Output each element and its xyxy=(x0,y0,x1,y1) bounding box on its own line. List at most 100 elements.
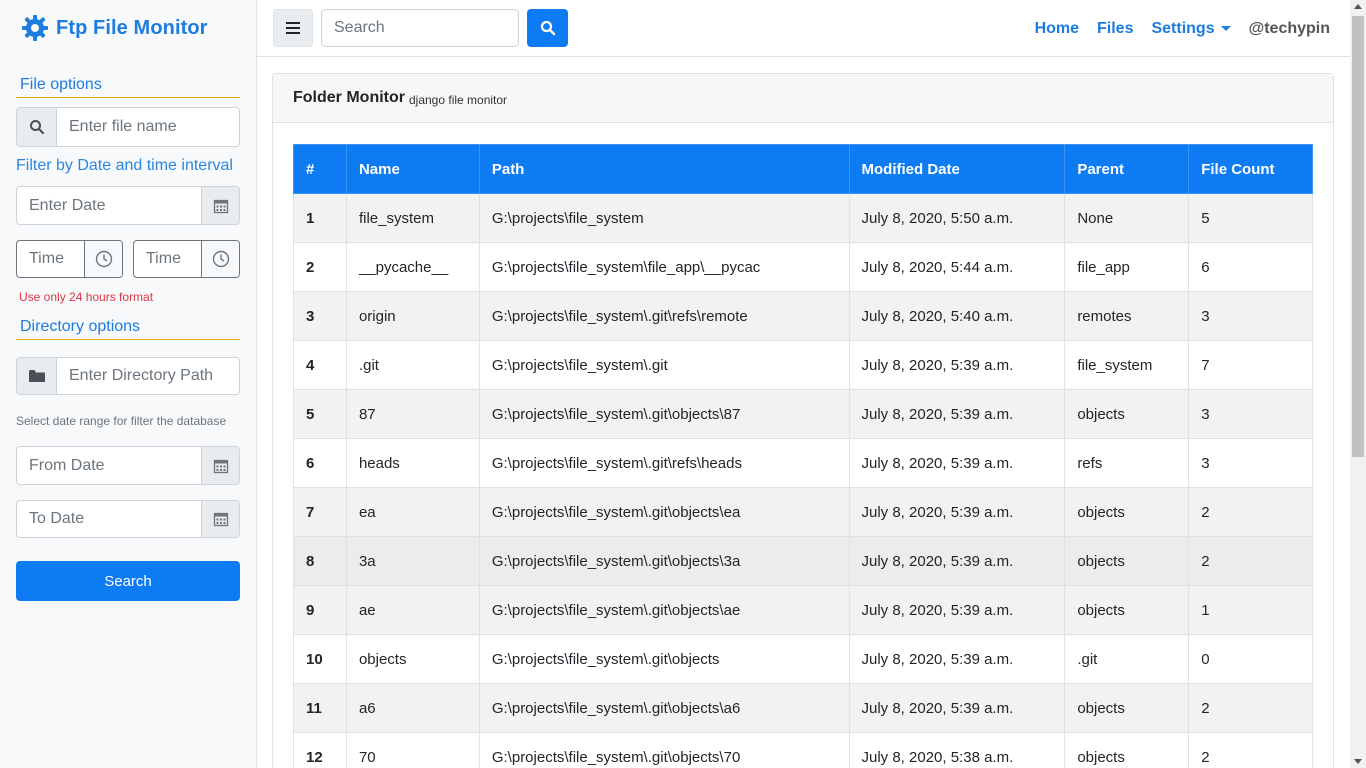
cell-id: 11 xyxy=(293,683,347,733)
from-date-field[interactable]: From Date xyxy=(16,446,240,485)
calendar-icon[interactable] xyxy=(201,501,239,537)
cell-name: a6 xyxy=(345,683,480,733)
cell-date: July 8, 2020, 5:40 a.m. xyxy=(848,291,1066,341)
cell-path: G:\projects\file_system\.git\objects xyxy=(478,634,850,684)
table-row[interactable]: 9 ae G:\projects\file_system\.git\objects\… xyxy=(293,585,1313,635)
from-date-input[interactable]: From Date xyxy=(17,447,201,484)
clock-icon[interactable] xyxy=(84,241,122,277)
filter-label: Filter by Date and time interval xyxy=(16,157,233,174)
time-format-hint: Use only 24 hours format xyxy=(19,290,154,304)
time-to-field[interactable]: Time xyxy=(133,240,240,278)
cell-path: G:\projects\file_system\.git\objects\ae xyxy=(478,585,850,635)
cell-count: 2 xyxy=(1188,732,1313,768)
file-name-field[interactable]: Enter file name xyxy=(16,107,240,147)
table-row[interactable]: 1 file_system G:\projects\file_system July … xyxy=(293,193,1313,243)
column-header[interactable]: Name xyxy=(345,144,480,194)
time-from-field[interactable]: Time xyxy=(16,240,123,278)
column-header[interactable]: File Count xyxy=(1188,144,1313,194)
brand[interactable]: Ftp File Monitor xyxy=(20,12,208,44)
sidebar: Ftp File Monitor File options Enter file… xyxy=(0,0,257,768)
table-row[interactable]: 7 ea G:\projects\file_system\.git\objects\… xyxy=(293,487,1313,537)
gear-cog-icon xyxy=(22,15,48,41)
cell-date: July 8, 2020, 5:39 a.m. xyxy=(848,585,1066,635)
cell-date: July 8, 2020, 5:39 a.m. xyxy=(848,340,1066,390)
nav-settings-dropdown[interactable]: Settings xyxy=(1151,20,1231,38)
table-row[interactable]: 8 3a G:\projects\file_system\.git\objects\… xyxy=(293,536,1313,586)
cell-name: ae xyxy=(345,585,480,635)
top-search-input[interactable]: Search xyxy=(321,9,519,47)
cell-count: 3 xyxy=(1188,389,1313,439)
menu-toggle-button[interactable] xyxy=(273,9,313,47)
cell-name: origin xyxy=(345,291,480,341)
cell-count: 5 xyxy=(1188,193,1313,243)
directory-options-title: Directory options xyxy=(16,318,240,340)
top-search-button[interactable] xyxy=(527,9,568,47)
to-date-input[interactable]: To Date xyxy=(17,501,201,537)
cell-name: __pycache__ xyxy=(345,242,480,292)
cell-parent: file_system xyxy=(1064,340,1190,390)
folder-monitor-card: Folder Monitor django file monitor # Nam… xyxy=(272,73,1334,768)
cell-path: G:\projects\file_system\file_app\__pycac xyxy=(478,242,850,292)
page-scrollbar[interactable] xyxy=(1350,0,1366,768)
cell-parent: None xyxy=(1064,193,1190,243)
table-row[interactable]: 12 70 G:\projects\file_system\.git\objects… xyxy=(293,732,1313,768)
cell-parent: .git xyxy=(1064,634,1190,684)
cell-parent: objects xyxy=(1064,683,1190,733)
cell-count: 2 xyxy=(1188,487,1313,537)
nav-home-link[interactable]: Home xyxy=(1035,20,1079,38)
folders-table: # Name Path Modified Date Parent File Co… xyxy=(293,144,1313,768)
cell-path: G:\projects\file_system\.git xyxy=(478,340,850,390)
cell-parent: file_app xyxy=(1064,242,1190,292)
card-header: Folder Monitor django file monitor xyxy=(273,74,1333,123)
table-row[interactable]: 5 87 G:\projects\file_system\.git\objects\… xyxy=(293,389,1313,439)
column-header[interactable]: Path xyxy=(478,144,850,194)
date-input[interactable]: Enter Date xyxy=(17,187,201,224)
table-row[interactable]: 10 objects G:\projects\file_system\.git\ob… xyxy=(293,634,1313,684)
table-row[interactable]: 11 a6 G:\projects\file_system\.git\objects… xyxy=(293,683,1313,733)
calendar-icon[interactable] xyxy=(201,447,239,484)
cell-date: July 8, 2020, 5:39 a.m. xyxy=(848,536,1066,586)
cell-parent: objects xyxy=(1064,585,1190,635)
sidebar-search-button[interactable]: Search xyxy=(16,561,240,601)
search-icon xyxy=(17,108,57,146)
nav-user-link[interactable]: @techypin xyxy=(1249,20,1330,38)
column-header[interactable]: Parent xyxy=(1064,144,1190,194)
table-row[interactable]: 3 origin G:\projects\file_system\.git\refs… xyxy=(293,291,1313,341)
brand-title: Ftp File Monitor xyxy=(56,16,208,39)
time-to-input[interactable]: Time xyxy=(134,241,201,277)
cell-date: July 8, 2020, 5:39 a.m. xyxy=(848,634,1066,684)
table-row[interactable]: 2 __pycache__ G:\projects\file_system\file… xyxy=(293,242,1313,292)
cell-name: 87 xyxy=(345,389,480,439)
table-row[interactable]: 6 heads G:\projects\file_system\.git\refs\… xyxy=(293,438,1313,488)
cell-name: objects xyxy=(345,634,480,684)
date-field[interactable]: Enter Date xyxy=(16,186,240,225)
cell-name: .git xyxy=(345,340,480,390)
column-header[interactable]: # xyxy=(293,144,347,194)
cell-name: file_system xyxy=(345,193,480,243)
cell-parent: refs xyxy=(1064,438,1190,488)
scroll-down-arrow-icon[interactable] xyxy=(1354,759,1362,764)
table-row[interactable]: 4 .git G:\projects\file_system\.git July 8,… xyxy=(293,340,1313,390)
cell-id: 10 xyxy=(293,634,347,684)
clock-icon[interactable] xyxy=(201,241,239,277)
cell-count: 2 xyxy=(1188,683,1313,733)
directory-path-field[interactable]: Enter Directory Path xyxy=(16,357,240,395)
scroll-up-arrow-icon[interactable] xyxy=(1354,4,1362,9)
column-header[interactable]: Modified Date xyxy=(848,144,1066,194)
nav-links: Home Files Settings @techypin xyxy=(1017,0,1330,57)
nav-files-link[interactable]: Files xyxy=(1097,20,1133,38)
time-from-input[interactable]: Time xyxy=(17,241,84,277)
file-options-title: File options xyxy=(16,76,240,98)
scroll-thumb[interactable] xyxy=(1352,16,1364,457)
cell-name: 70 xyxy=(345,732,480,768)
cell-parent: remotes xyxy=(1064,291,1190,341)
cell-count: 3 xyxy=(1188,438,1313,488)
to-date-field[interactable]: To Date xyxy=(16,500,240,538)
cell-parent: objects xyxy=(1064,389,1190,439)
top-navbar: Search Home Files Settings @techypin xyxy=(257,0,1350,57)
calendar-icon[interactable] xyxy=(201,187,239,224)
directory-path-input[interactable]: Enter Directory Path xyxy=(57,358,239,394)
file-name-input[interactable]: Enter file name xyxy=(57,108,239,146)
hamburger-icon xyxy=(286,22,300,34)
cell-path: G:\projects\file_system\.git\objects\70 xyxy=(478,732,850,768)
